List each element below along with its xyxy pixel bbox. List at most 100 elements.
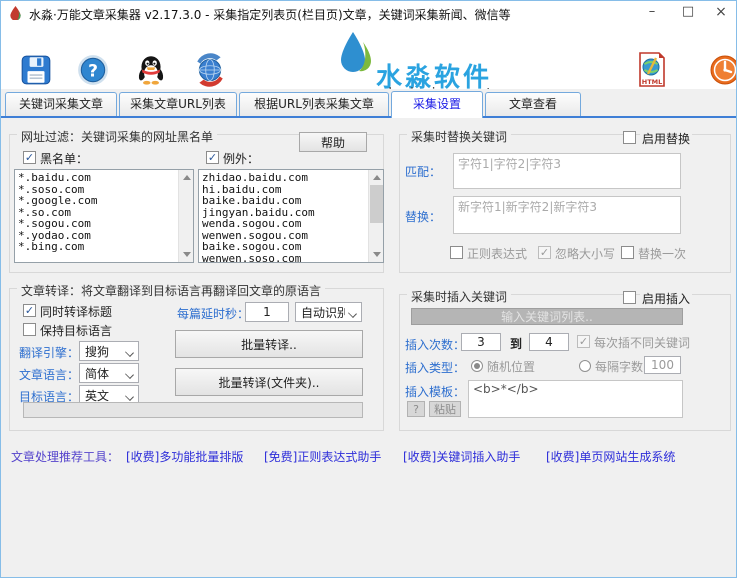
batch-translate-button[interactable]: 批量转译.. [175, 330, 363, 358]
scroll-up-icon[interactable] [369, 170, 384, 184]
blacklist-listbox[interactable]: *.baidu.com *.soso.com *.google.com *.so… [14, 169, 194, 263]
engine-value: 搜狗 [80, 343, 122, 360]
detect-language-select[interactable]: 自动识别 [295, 302, 362, 322]
svg-text:?: ? [88, 61, 98, 81]
scrollbar[interactable] [368, 170, 383, 262]
url-filter-group-title: 网址过滤：关键词采集的网址黑名单 [17, 128, 217, 145]
html-page-icon: HTML [621, 51, 683, 88]
source-lang-select[interactable]: 简体 [79, 363, 139, 383]
batch-translate-folder-button[interactable]: 批量转译(文件夹).. [175, 368, 363, 396]
maximize-button[interactable]: □ [671, 1, 705, 24]
random-position-radio[interactable] [471, 360, 483, 372]
blacklist-checkbox[interactable] [23, 151, 36, 164]
translate-group-title: 文章转译：将文章翻译到目标语言再翻译回文章的原语言 [17, 282, 325, 299]
footer-tools-label: 文章处理推荐工具： [11, 448, 119, 465]
list-item[interactable]: wenwen.soso.com [202, 253, 365, 264]
replace-textarea[interactable] [453, 196, 681, 234]
template-help-button[interactable]: ? [407, 401, 425, 417]
ignore-case-label: 忽略大小写 [555, 245, 615, 262]
globe-icon [175, 51, 245, 88]
replace-label: 替换： [405, 208, 441, 225]
list-item[interactable]: baike.sogou.com [202, 241, 365, 253]
footer-link-regex-helper[interactable]: [免费]正则表达式助手 [264, 448, 381, 465]
footer-link-keyword-insert[interactable]: [收费]关键词插入助手 [403, 448, 520, 465]
input-keyword-list-button[interactable]: 输入关键词列表.. [411, 308, 683, 325]
to-label: 到 [510, 335, 522, 352]
list-item[interactable]: zhidao.baidu.com [202, 172, 365, 184]
window-title: 水淼·万能文章采集器 v2.17.3.0 - 采集指定列表页(栏目页)文章，关键… [29, 6, 511, 23]
enable-insert-label: 启用插入 [640, 290, 692, 307]
list-item[interactable]: *.baidu.com [18, 172, 175, 184]
different-keyword-checkbox[interactable] [577, 335, 590, 348]
source-lang-label: 文章语言： [19, 366, 79, 383]
title-bar: 水淼·万能文章采集器 v2.17.3.0 - 采集指定列表页(栏目页)文章，关键… [1, 1, 736, 24]
insert-group-title: 采集时插入关键词 [407, 288, 511, 305]
enable-insert-checkbox[interactable] [623, 291, 636, 304]
list-item[interactable]: wenda.sogou.com [202, 218, 365, 230]
different-keyword-label: 每次插不同关键词 [594, 334, 690, 351]
scroll-down-icon[interactable] [369, 248, 384, 262]
tab-collect-by-url[interactable]: 根据URL列表采集文章 [239, 92, 389, 116]
chevron-down-icon [122, 342, 138, 360]
scrollbar-thumb[interactable] [370, 185, 383, 223]
minimize-button[interactable]: – [635, 1, 669, 24]
match-label: 匹配： [405, 163, 441, 180]
engine-label: 翻译引擎： [19, 344, 79, 361]
shuimiao-logo-icon [339, 30, 373, 76]
ignore-case-checkbox[interactable] [538, 246, 551, 259]
app-icon [8, 5, 23, 20]
exception-listbox[interactable]: zhidao.baidu.com hi.baidu.com baike.baid… [198, 169, 384, 263]
delay-label: 每篇延时秒： [177, 305, 249, 322]
translate-progress-bar [23, 402, 363, 418]
chevron-down-icon [345, 303, 361, 321]
keep-target-lang-checkbox[interactable] [23, 323, 36, 336]
detect-language-value: 自动识别 [296, 304, 345, 321]
close-button[interactable]: × [704, 1, 737, 24]
app-window: 水淼·万能文章采集器 v2.17.3.0 - 采集指定列表页(栏目页)文章，关键… [0, 0, 737, 578]
svg-text:HTML: HTML [642, 78, 662, 86]
toolbar: 保存配置 ? 疑点说明 [1, 24, 736, 89]
list-item[interactable]: *.google.com [18, 195, 175, 207]
engine-select[interactable]: 搜狗 [79, 341, 139, 361]
insert-times-label: 插入次数： [405, 336, 465, 353]
blacklist-label: 黑名单： [40, 150, 88, 167]
help-button[interactable]: 帮助 [299, 132, 367, 152]
translate-title-label: 同时转译标题 [40, 303, 112, 320]
scroll-up-icon[interactable] [179, 170, 194, 184]
source-lang-value: 简体 [80, 365, 122, 382]
footer-link-batch-typeset[interactable]: [收费]多功能批量排版 [126, 448, 243, 465]
exception-label: 例外： [223, 150, 259, 167]
enable-replace-label: 启用替换 [640, 130, 692, 147]
footer-link-single-page-site[interactable]: [收费]单页网站生成系统 [546, 448, 675, 465]
delay-input[interactable]: 1 [245, 302, 289, 322]
replace-group-title: 采集时替换关键词 [407, 128, 511, 145]
clock-icon [695, 51, 737, 88]
insert-times-to-input[interactable]: 4 [529, 333, 569, 351]
replace-once-label: 替换一次 [638, 245, 686, 262]
list-item[interactable]: *.sogou.com [18, 218, 175, 230]
tab-keyword-collect[interactable]: 关键词采集文章 [5, 92, 117, 116]
list-item[interactable]: *.bing.com [18, 241, 175, 253]
paste-button[interactable]: 粘贴 [429, 401, 461, 417]
scrollbar[interactable] [178, 170, 193, 262]
tab-article-view[interactable]: 文章查看 [485, 92, 581, 116]
keep-target-lang-label: 保持目标语言 [40, 322, 112, 339]
match-textarea[interactable] [453, 153, 681, 189]
tab-underline [1, 116, 736, 118]
replace-once-checkbox[interactable] [621, 246, 634, 259]
translate-title-checkbox[interactable] [23, 304, 36, 317]
tab-collect-settings[interactable]: 采集设置 [391, 91, 483, 118]
list-item[interactable]: baike.baidu.com [202, 195, 365, 207]
regex-label: 正则表达式 [467, 245, 527, 262]
interval-chars-input[interactable]: 100 [644, 356, 681, 374]
tab-url-list[interactable]: 采集文章URL列表 [119, 92, 237, 116]
scroll-down-icon[interactable] [179, 248, 194, 262]
insert-template-textarea[interactable]: <b>*</b> [468, 380, 683, 418]
regex-checkbox[interactable] [450, 246, 463, 259]
insert-times-from-input[interactable]: 3 [461, 333, 501, 351]
interval-label: 每隔字数 [595, 358, 643, 375]
random-position-label: 随机位置 [487, 358, 535, 375]
exception-checkbox[interactable] [206, 151, 219, 164]
interval-radio[interactable] [579, 360, 591, 372]
enable-replace-checkbox[interactable] [623, 131, 636, 144]
